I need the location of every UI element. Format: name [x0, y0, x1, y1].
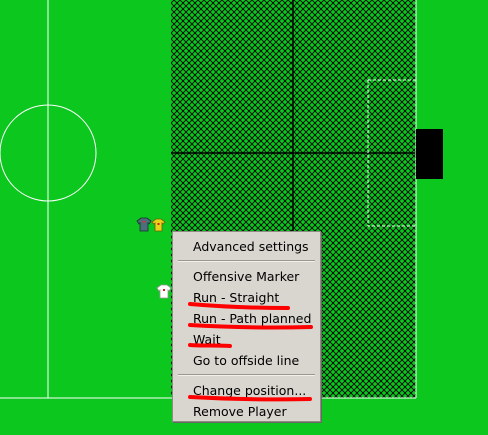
menu-item-wait[interactable]: Wait [193, 332, 221, 347]
jersey-icon[interactable] [156, 284, 172, 299]
menu-item-remove-player[interactable]: Remove Player [193, 404, 287, 419]
menu-separator [178, 260, 315, 262]
goal-rectangle [416, 129, 443, 179]
menu-item-advanced-settings[interactable]: Advanced settings [193, 239, 309, 254]
menu-separator [178, 374, 315, 376]
context-menu[interactable]: Advanced settings Offensive Marker Run -… [172, 231, 321, 422]
jersey-icon[interactable] [151, 218, 166, 232]
menu-item-change-position[interactable]: Change position... [193, 383, 306, 398]
menu-item-go-to-offside-line[interactable]: Go to offside line [193, 353, 299, 368]
jersey-icon[interactable] [136, 217, 152, 232]
menu-item-run-straight[interactable]: Run - Straight [193, 290, 279, 305]
menu-item-offensive-marker[interactable]: Offensive Marker [193, 269, 299, 284]
menu-item-run-path-planned[interactable]: Run - Path planned [193, 311, 311, 326]
